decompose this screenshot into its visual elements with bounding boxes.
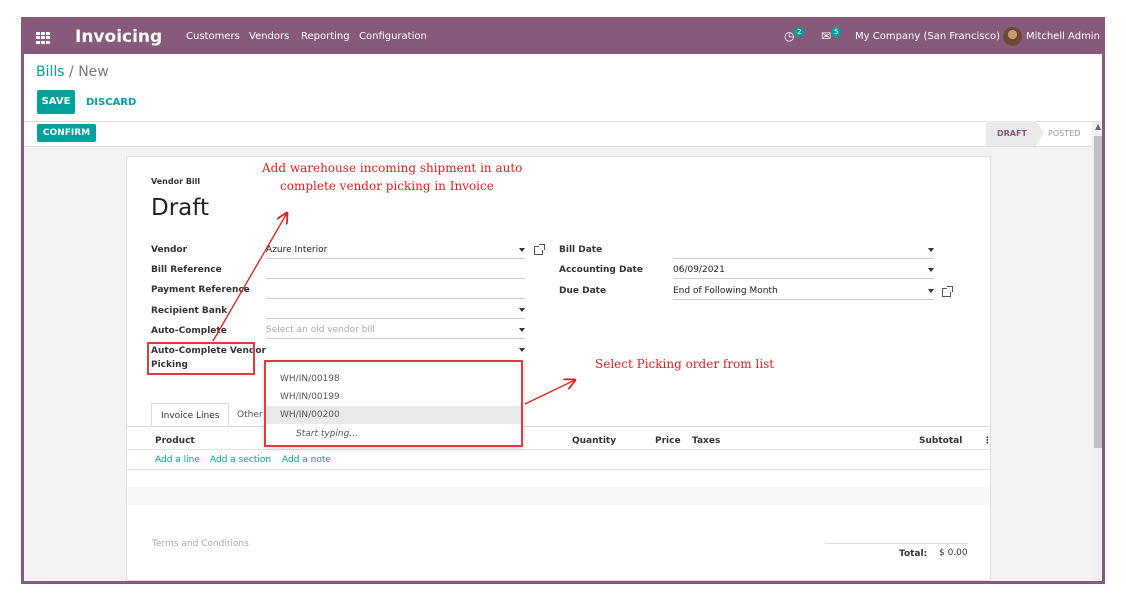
chevron-down-icon[interactable] (928, 268, 934, 272)
start-typing-hint: Start typing... (296, 429, 358, 439)
status-posted[interactable]: POSTED (1048, 121, 1080, 146)
empty-row (127, 487, 990, 505)
dropdown-option[interactable]: WH/IN/00200 (266, 406, 521, 424)
external-link-icon[interactable] (942, 286, 953, 297)
auto-complete-label: Auto-Complete (151, 326, 227, 336)
menu-configuration[interactable]: Configuration (359, 31, 427, 42)
column-taxes[interactable]: Taxes (692, 436, 720, 446)
header-divider (127, 449, 990, 450)
annotation-right: Select Picking order from list (595, 357, 775, 371)
auto-complete-placeholder: Select an old vendor bill (266, 325, 375, 335)
column-price[interactable]: Price (655, 436, 681, 446)
activity-clock-icon[interactable]: ◷ (784, 29, 794, 43)
chevron-down-icon[interactable] (519, 348, 525, 352)
column-options-icon[interactable]: ⋮ (983, 436, 992, 446)
chevron-down-icon[interactable] (928, 289, 934, 293)
menu-customers[interactable]: Customers (186, 31, 240, 42)
breadcrumb-bills[interactable]: Bills (36, 64, 65, 80)
scroll-up-arrow-icon[interactable]: ▲ (1095, 122, 1101, 131)
scroll-thumb[interactable] (1094, 136, 1102, 448)
user-avatar[interactable] (1003, 27, 1022, 46)
bill-reference-field[interactable] (266, 263, 525, 279)
status-draft: DRAFT (986, 121, 1036, 146)
chevron-down-icon[interactable] (519, 248, 525, 252)
auto-complete-picking-field[interactable] (266, 343, 525, 359)
payment-reference-label: Payment Reference (151, 285, 250, 295)
breadcrumb: Bills / New (36, 64, 109, 80)
vendor-value: Azure Interior (266, 245, 328, 255)
breadcrumb-current: New (78, 64, 109, 80)
confirm-button[interactable]: CONFIRM (37, 124, 96, 142)
auto-complete-field[interactable]: Select an old vendor bill (266, 323, 525, 339)
row-divider (127, 469, 990, 470)
messages-badge: 5 (831, 27, 842, 37)
vendor-field[interactable]: Azure Interior (266, 243, 525, 259)
tab-invoice-lines[interactable]: Invoice Lines (151, 403, 230, 427)
external-link-icon[interactable] (534, 244, 545, 255)
app-title[interactable]: Invoicing (75, 27, 162, 47)
discard-button[interactable]: DISCARD (86, 97, 136, 108)
payment-reference-field[interactable] (266, 283, 525, 299)
total-value: $ 0.00 (939, 548, 968, 558)
menu-vendors[interactable]: Vendors (249, 31, 289, 42)
picking-dropdown: WH/IN/00198 WH/IN/00199 WH/IN/00200 Star… (264, 360, 523, 447)
add-section-link[interactable]: Add a section (210, 455, 271, 465)
menu-reporting[interactable]: Reporting (301, 31, 350, 42)
accounting-date-value: 06/09/2021 (673, 265, 725, 275)
total-divider (825, 543, 968, 544)
column-subtotal[interactable]: Subtotal (919, 436, 962, 446)
bill-date-label: Bill Date (559, 245, 603, 255)
apps-menu-icon[interactable] (36, 32, 50, 44)
due-date-field[interactable]: End of Following Month (673, 284, 934, 300)
highlight-box-picking-label (147, 342, 255, 375)
bill-date-field[interactable] (673, 243, 934, 259)
column-quantity[interactable]: Quantity (572, 436, 616, 446)
user-menu[interactable]: Mitchell Admin (1026, 31, 1100, 42)
terms-and-conditions[interactable]: Terms and Conditions (152, 539, 249, 549)
chevron-down-icon[interactable] (519, 328, 525, 332)
add-line-link[interactable]: Add a line (155, 455, 200, 465)
total-label: Total: (899, 549, 928, 559)
breadcrumb-separator: / (69, 64, 74, 80)
divider (24, 121, 1102, 122)
tab-divider (127, 426, 990, 427)
recipient-bank-field[interactable] (266, 303, 525, 319)
column-product[interactable]: Product (155, 436, 195, 446)
recipient-bank-label: Recipient Bank (151, 306, 228, 316)
annotation-top-line2: complete vendor picking in Invoice (280, 179, 494, 193)
chevron-down-icon[interactable] (928, 248, 934, 252)
document-state-title: Draft (151, 195, 209, 221)
company-switcher[interactable]: My Company (San Francisco) (855, 31, 1000, 42)
save-button[interactable]: SAVE (37, 90, 75, 114)
chevron-down-icon[interactable] (519, 308, 525, 312)
annotation-top-line1: Add warehouse incoming shipment in auto (262, 161, 523, 175)
app-window: Invoicing Customers Vendors Reporting Co… (21, 17, 1105, 584)
accounting-date-field[interactable]: 06/09/2021 (673, 263, 934, 279)
bill-reference-label: Bill Reference (151, 265, 222, 275)
form-sheet: Vendor Bill Draft Vendor Azure Interior … (126, 156, 992, 581)
dropdown-option[interactable]: WH/IN/00199 (266, 388, 521, 406)
due-date-label: Due Date (559, 286, 607, 296)
vendor-label: Vendor (151, 245, 188, 255)
status-arrow (1036, 121, 1044, 146)
document-type: Vendor Bill (151, 177, 201, 186)
due-date-value: End of Following Month (673, 286, 778, 296)
chat-bubble-icon[interactable]: ✉ (821, 29, 831, 43)
dropdown-option[interactable]: WH/IN/00198 (266, 370, 521, 388)
vertical-scrollbar[interactable]: ▲ (1092, 122, 1102, 581)
add-note-link[interactable]: Add a note (282, 455, 331, 465)
activity-badge: 2 (794, 27, 805, 37)
top-navbar: Invoicing Customers Vendors Reporting Co… (24, 20, 1102, 54)
accounting-date-label: Accounting Date (559, 265, 643, 275)
